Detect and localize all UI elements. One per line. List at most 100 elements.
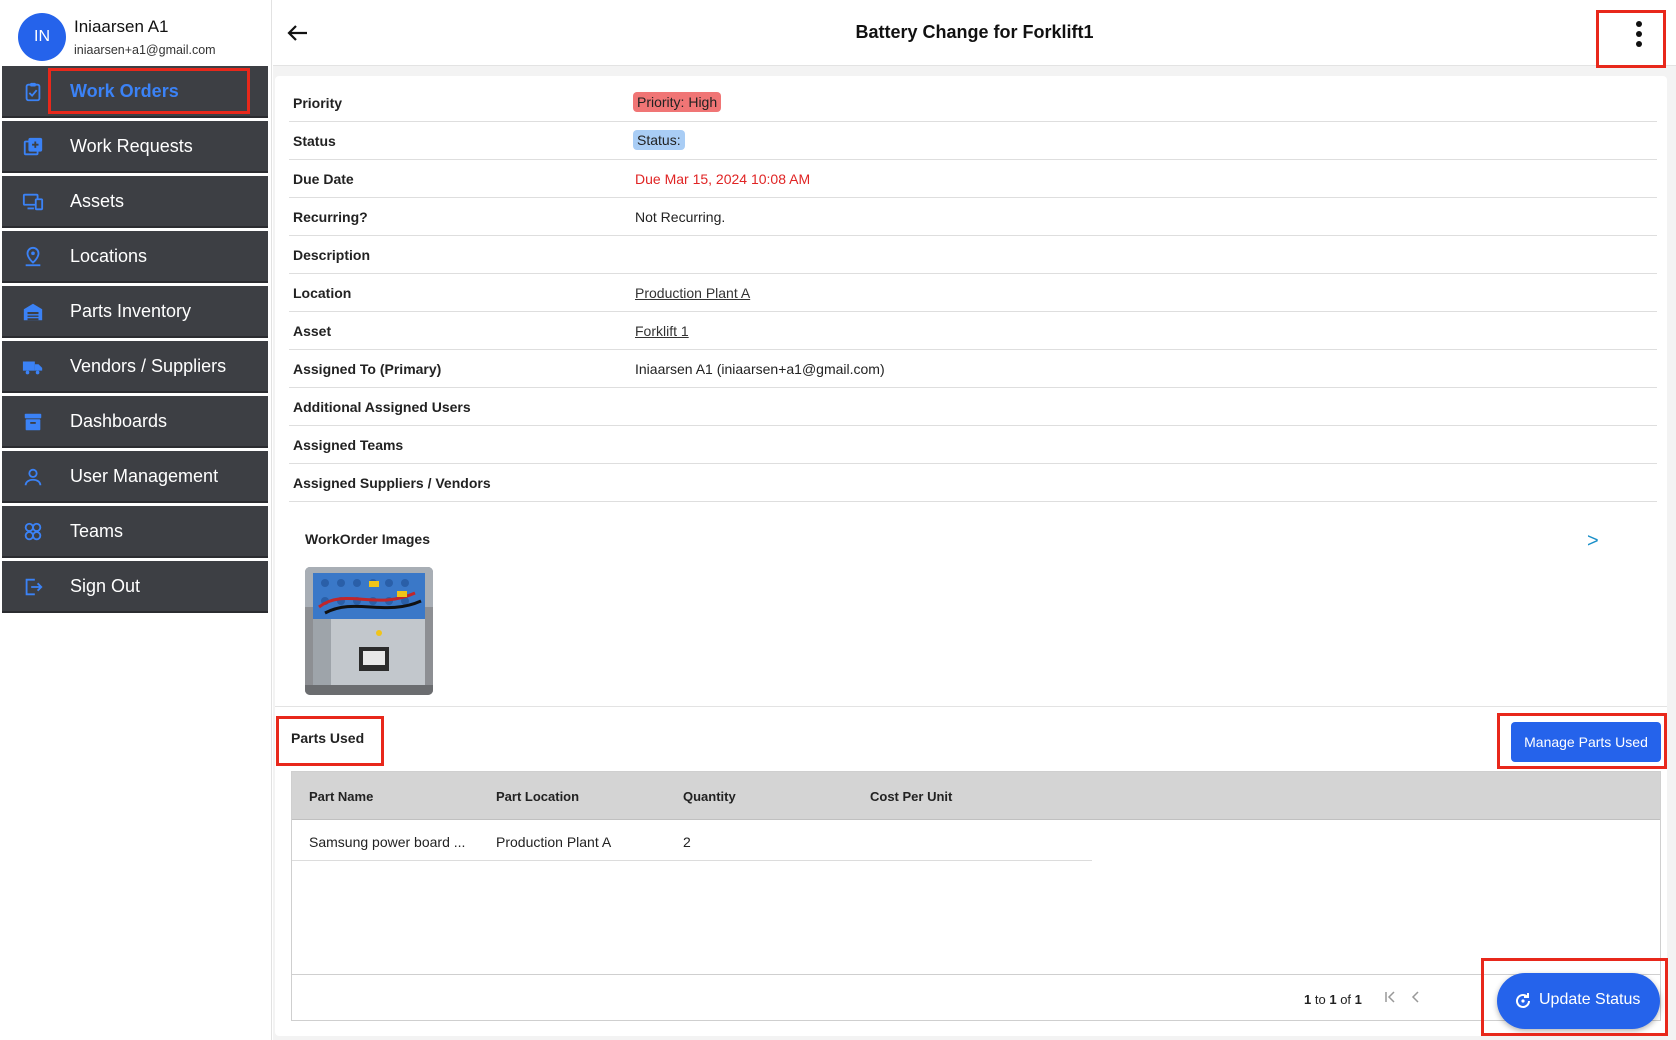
sidebar-item-dashboards[interactable]: Dashboards: [2, 396, 268, 448]
manage-parts-used-button[interactable]: Manage Parts Used: [1511, 722, 1661, 762]
pager-from: 1: [1304, 992, 1312, 1007]
devices-icon: [22, 193, 44, 211]
user-name: Iniaarsen A1: [74, 17, 169, 36]
sidebar-item-sign-out[interactable]: Sign Out: [2, 561, 268, 613]
user-email: iniaarsen+a1@gmail.com: [74, 43, 216, 57]
main-content: Battery Change for Forklift1 Priority Pr…: [273, 0, 1676, 1040]
location-label: Location: [293, 285, 352, 301]
detail-row-additional-users: Additional Assigned Users: [289, 388, 1657, 426]
table-row[interactable]: Samsung power board ... Production Plant…: [292, 820, 1092, 861]
asset-label: Asset: [293, 323, 332, 339]
pager-of-word: of: [1340, 992, 1352, 1007]
pagination-summary: 1 to 1 of 1: [1304, 992, 1362, 1007]
archive-icon: [24, 413, 42, 431]
detail-row-priority: Priority Priority: High: [289, 84, 1657, 122]
recurring-value: Not Recurring.: [635, 209, 726, 225]
asset-link[interactable]: Forklift 1: [635, 323, 689, 339]
logout-icon: [25, 578, 43, 596]
status-badge: Status:: [633, 130, 685, 150]
column-header-part-location[interactable]: Part Location: [496, 789, 579, 804]
sidebar-item-label: Teams: [70, 521, 124, 541]
app-root: IN Iniaarsen A1 iniaarsen+a1@gmail.com W…: [0, 0, 1676, 1040]
detail-row-asset: Asset Forklift 1: [289, 312, 1657, 350]
location-link[interactable]: Production Plant A: [635, 285, 750, 301]
sidebar-item-label: Dashboards: [70, 411, 168, 431]
sidebar-item-label: Parts Inventory: [70, 301, 192, 321]
detail-row-assigned-to: Assigned To (Primary) Iniaarsen A1 (inia…: [289, 350, 1657, 388]
work-order-card: Priority Priority: High Status Status: D…: [275, 76, 1667, 1036]
team-icon: [24, 522, 42, 541]
person-icon: [24, 468, 42, 486]
update-status-label: Update Status: [1539, 991, 1641, 1008]
sidebar-item-parts-inventory[interactable]: Parts Inventory: [2, 286, 268, 338]
pager-to-word: to: [1314, 992, 1326, 1007]
user-profile[interactable]: IN Iniaarsen A1 iniaarsen+a1@gmail.com: [0, 0, 272, 64]
sidebar-item-label: Sign Out: [70, 576, 141, 596]
sidebar-item-work-requests[interactable]: Work Requests: [2, 121, 268, 173]
map-pin-icon: [25, 246, 41, 267]
sidebar-item-label: Work Requests: [70, 136, 193, 156]
detail-row-recurring: Recurring? Not Recurring.: [289, 198, 1657, 236]
due-date-label: Due Date: [293, 171, 354, 187]
cell-part-location: Production Plant A: [496, 834, 612, 850]
sidebar: IN Iniaarsen A1 iniaarsen+a1@gmail.com W…: [0, 0, 272, 1040]
detail-row-location: Location Production Plant A: [289, 274, 1657, 312]
detail-row-assigned-teams: Assigned Teams: [289, 426, 1657, 464]
sidebar-item-teams[interactable]: Teams: [2, 506, 268, 558]
assigned-teams-label: Assigned Teams: [293, 437, 404, 453]
column-header-part-name[interactable]: Part Name: [309, 789, 373, 804]
cell-part-name: Samsung power board ...: [309, 834, 466, 850]
sidebar-item-label: Locations: [70, 246, 148, 266]
section-divider: [275, 706, 1667, 707]
detail-row-status: Status Status:: [289, 122, 1657, 160]
update-status-button[interactable]: Update Status: [1497, 973, 1660, 1029]
image-next-button[interactable]: >: [1587, 530, 1599, 553]
parts-used-table: Part Name Part Location Quantity Cost Pe…: [291, 771, 1661, 1021]
assigned-vendors-label: Assigned Suppliers / Vendors: [293, 475, 491, 491]
truck-icon: [22, 361, 43, 375]
table-header: Part Name Part Location Quantity Cost Pe…: [292, 772, 1660, 820]
warehouse-icon: [23, 303, 43, 321]
top-bar: Battery Change for Forklift1: [273, 0, 1676, 66]
sidebar-item-work-orders[interactable]: Work Orders: [2, 66, 268, 118]
sidebar-item-label: Work Orders: [70, 81, 179, 101]
page-title: Battery Change for Forklift1: [855, 22, 1094, 42]
priority-label: Priority: [293, 95, 343, 111]
sidebar-nav: Work Orders Work Requests Assets Locatio…: [2, 66, 268, 616]
first-page-icon[interactable]: [1384, 991, 1396, 1003]
avatar: IN: [18, 13, 66, 61]
priority-badge: Priority: High: [633, 92, 722, 112]
column-header-cost-per-unit[interactable]: Cost Per Unit: [870, 789, 952, 804]
parts-used-title: Parts Used: [291, 730, 365, 746]
sidebar-item-label: Vendors / Suppliers: [70, 356, 227, 376]
detail-row-due-date: Due Date Due Mar 15, 2024 10:08 AM: [289, 160, 1657, 198]
additional-users-label: Additional Assigned Users: [293, 399, 471, 415]
pager-to: 1: [1329, 992, 1337, 1007]
images-section-title: WorkOrder Images: [305, 531, 431, 547]
cell-quantity: 2: [683, 834, 691, 850]
assigned-to-value: Iniaarsen A1 (iniaarsen+a1@gmail.com): [635, 361, 885, 377]
more-options-icon[interactable]: [1629, 18, 1649, 50]
sidebar-item-label: Assets: [70, 191, 125, 211]
add-box-icon: [23, 137, 43, 156]
recurring-label: Recurring?: [293, 209, 368, 225]
status-label: Status: [293, 133, 336, 149]
detail-row-description: Description: [289, 236, 1657, 274]
detail-row-assigned-vendors: Assigned Suppliers / Vendors: [289, 464, 1657, 502]
clipboard-icon: [25, 82, 41, 102]
sidebar-item-vendors[interactable]: Vendors / Suppliers: [2, 341, 268, 393]
previous-page-icon[interactable]: [1410, 991, 1422, 1003]
sidebar-item-assets[interactable]: Assets: [2, 176, 268, 228]
battery-image: [305, 567, 433, 695]
column-header-quantity[interactable]: Quantity: [683, 789, 736, 804]
pager-total: 1: [1354, 992, 1362, 1007]
assigned-to-label: Assigned To (Primary): [293, 361, 442, 377]
work-order-image-thumbnail[interactable]: [305, 567, 433, 695]
due-date-value: Due Mar 15, 2024 10:08 AM: [635, 171, 811, 187]
sidebar-item-locations[interactable]: Locations: [2, 231, 268, 283]
sidebar-item-label: User Management: [70, 466, 219, 486]
description-label: Description: [293, 247, 371, 263]
sidebar-item-user-management[interactable]: User Management: [2, 451, 268, 503]
table-pagination: 1 to 1 of 1: [292, 974, 1660, 1020]
refresh-icon: [1516, 993, 1530, 1008]
